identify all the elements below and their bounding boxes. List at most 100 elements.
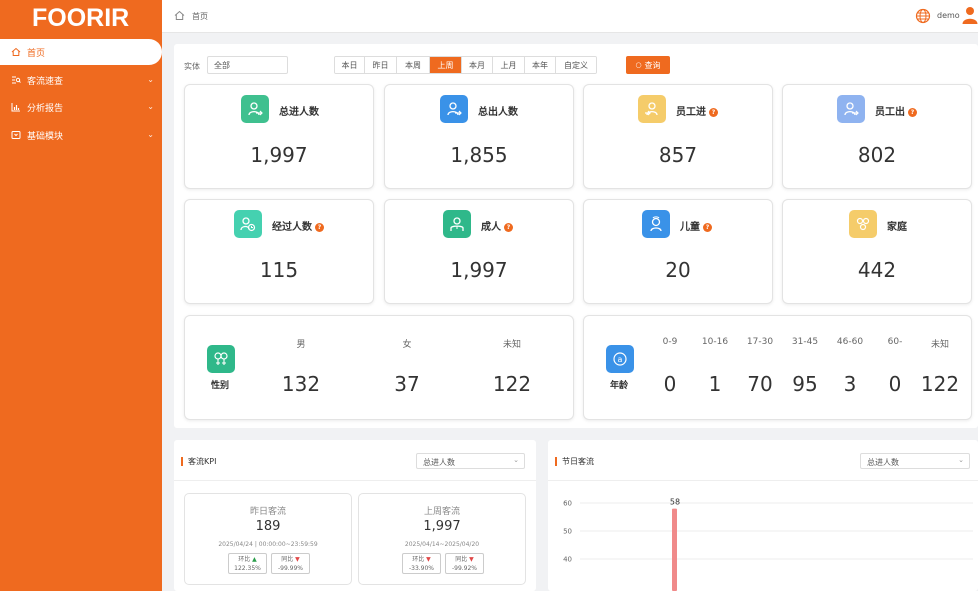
arrow-down-icon: ▼ xyxy=(469,556,474,563)
date-range-tabs: 本日 昨日 本周 上周 本月 上月 本年 自定义 xyxy=(334,56,597,74)
sidebar-item-label: 基础模块 xyxy=(27,131,64,142)
sidebar-item-label: 分析报告 xyxy=(27,103,64,114)
stat-card-pass-by: 经过人数? 115 xyxy=(184,199,374,304)
help-icon[interactable]: ? xyxy=(504,223,513,232)
home-icon xyxy=(11,47,21,57)
sidebar-item-label: 客流速查 xyxy=(27,76,64,87)
age-icon: a xyxy=(606,345,634,373)
search-list-icon xyxy=(11,75,21,85)
kpi-panel: 客流KPI 总进人数 ⌄ 昨日客流 189 2025/04/24 | 00:00… xyxy=(174,440,536,591)
holiday-chart: 60 50 40 58 xyxy=(563,498,973,591)
y-tick-label: 50 xyxy=(563,528,572,536)
kpi-yoy-badge: 同比 ▼ -99.92% xyxy=(445,553,484,574)
help-icon[interactable]: ? xyxy=(709,108,718,117)
card-title: 总进人数 xyxy=(279,107,319,118)
kpi-date: 2025/04/14~2025/04/20 xyxy=(404,541,480,548)
kpi-metric-select[interactable]: 总进人数 ⌄ xyxy=(416,453,525,469)
card-value: 857 xyxy=(658,143,698,167)
sidebar-item-home[interactable]: 首页 xyxy=(0,39,162,65)
stat-card-staff-in: 员工进? 857 xyxy=(583,84,773,189)
user-avatar-icon[interactable] xyxy=(962,6,978,24)
help-icon[interactable]: ? xyxy=(703,223,712,232)
age-label: 60- xyxy=(887,337,903,347)
sidebar-item-traffic-query[interactable]: 客流速查 ⌄ xyxy=(0,67,162,93)
breadcrumb[interactable]: 首页 xyxy=(192,11,208,22)
chevron-down-icon: ⌄ xyxy=(147,75,154,84)
age-card: a 年龄 0-9 0 10-16 1 17-30 70 31-45 95 46-… xyxy=(583,315,972,420)
card-title: 家庭 xyxy=(887,222,907,233)
range-today[interactable]: 本日 xyxy=(335,57,365,73)
stat-card-family: 家庭 442 xyxy=(782,199,972,304)
kpi-mom-badge: 环比 ▼ -33.90% xyxy=(402,553,441,574)
age-label: 31-45 xyxy=(791,337,819,347)
user-name[interactable]: demo xyxy=(937,11,960,20)
top-header: 首页 demo xyxy=(162,0,978,33)
help-icon[interactable]: ? xyxy=(315,223,324,232)
stat-card-adult: 成人? 1,997 xyxy=(384,199,574,304)
gender-card: 性别 男 132 女 37 未知 122 xyxy=(184,315,574,420)
chevron-down-icon: ⌄ xyxy=(958,456,964,464)
range-custom[interactable]: 自定义 xyxy=(556,57,596,73)
divider xyxy=(174,480,536,481)
holiday-panel: 节日客流 总进人数 ⌄ 60 50 40 58 xyxy=(548,440,978,591)
card-value: 442 xyxy=(857,258,897,282)
range-last-week[interactable]: 上周 xyxy=(430,57,462,73)
card-value: 1,997 xyxy=(450,258,508,282)
holiday-metric-value: 总进人数 xyxy=(867,458,899,467)
kpi-title: 上周客流 xyxy=(423,507,460,517)
staff-in-icon xyxy=(638,95,666,123)
kpi-title: 昨日客流 xyxy=(249,507,286,517)
svg-text:a: a xyxy=(618,355,623,364)
gender-label-female: 女 xyxy=(402,340,412,350)
kpi-yoy-badge: 同比 ▼ -99.99% xyxy=(271,553,310,574)
stat-card-total-in: 总进人数 1,997 xyxy=(184,84,374,189)
card-title: 经过人数? xyxy=(272,218,324,233)
person-in-icon xyxy=(241,95,269,123)
globe-icon[interactable] xyxy=(915,8,931,24)
range-this-year[interactable]: 本年 xyxy=(525,57,556,73)
gender-value-female: 37 xyxy=(394,372,420,396)
range-last-month[interactable]: 上月 xyxy=(493,57,525,73)
chart-bar[interactable] xyxy=(672,508,677,591)
range-this-month[interactable]: 本月 xyxy=(462,57,493,73)
card-value: 1,997 xyxy=(250,143,308,167)
arrow-up-icon: ▲ xyxy=(252,556,257,563)
help-icon[interactable]: ? xyxy=(908,108,917,117)
kpi-card-yesterday: 昨日客流 189 2025/04/24 | 00:00:00~23:59:59 … xyxy=(184,493,352,585)
age-label: 0-9 xyxy=(662,337,678,347)
gender-label-unknown: 未知 xyxy=(502,340,521,350)
gender-value-male: 132 xyxy=(281,372,321,396)
holiday-panel-title: 节日客流 xyxy=(555,457,594,466)
pass-by-icon xyxy=(234,210,262,238)
card-value: 115 xyxy=(259,258,299,282)
card-value: 802 xyxy=(857,143,897,167)
home-icon[interactable] xyxy=(174,10,185,21)
staff-out-icon xyxy=(837,95,865,123)
person-out-icon xyxy=(440,95,468,123)
card-title: 总出人数 xyxy=(478,107,518,118)
kpi-metric-value: 总进人数 xyxy=(423,458,455,467)
module-icon xyxy=(11,130,21,140)
age-label: 10-16 xyxy=(701,337,729,347)
age-label: 46-60 xyxy=(836,337,864,347)
y-tick-label: 40 xyxy=(563,556,572,564)
sidebar-item-basic-module[interactable]: 基础模块 ⌄ xyxy=(0,122,162,148)
query-label: 查询 xyxy=(644,60,661,70)
card-title: 儿童? xyxy=(680,218,712,233)
card-title: 员工进? xyxy=(676,103,718,118)
y-tick-label: 60 xyxy=(563,500,572,508)
query-button[interactable]: ○ 查询 xyxy=(626,56,670,74)
chevron-down-icon: ⌄ xyxy=(513,456,519,464)
range-yesterday[interactable]: 昨日 xyxy=(365,57,397,73)
sidebar: FOORIR 首页 客流速查 ⌄ 分析报告 ⌄ 基础模块 ⌄ xyxy=(0,0,162,591)
kpi-card-last-week: 上周客流 1,997 2025/04/14~2025/04/20 环比 ▼ -3… xyxy=(358,493,526,585)
range-this-week[interactable]: 本周 xyxy=(397,57,430,73)
entity-select[interactable]: 全部 xyxy=(207,56,288,74)
sidebar-item-reports[interactable]: 分析报告 ⌄ xyxy=(0,94,162,120)
entity-label: 实体 xyxy=(184,62,200,71)
child-icon xyxy=(642,210,670,238)
gender-icon xyxy=(207,345,235,373)
stat-card-staff-out: 员工出? 802 xyxy=(782,84,972,189)
gender-title: 性别 xyxy=(211,381,230,391)
holiday-metric-select[interactable]: 总进人数 ⌄ xyxy=(860,453,970,469)
